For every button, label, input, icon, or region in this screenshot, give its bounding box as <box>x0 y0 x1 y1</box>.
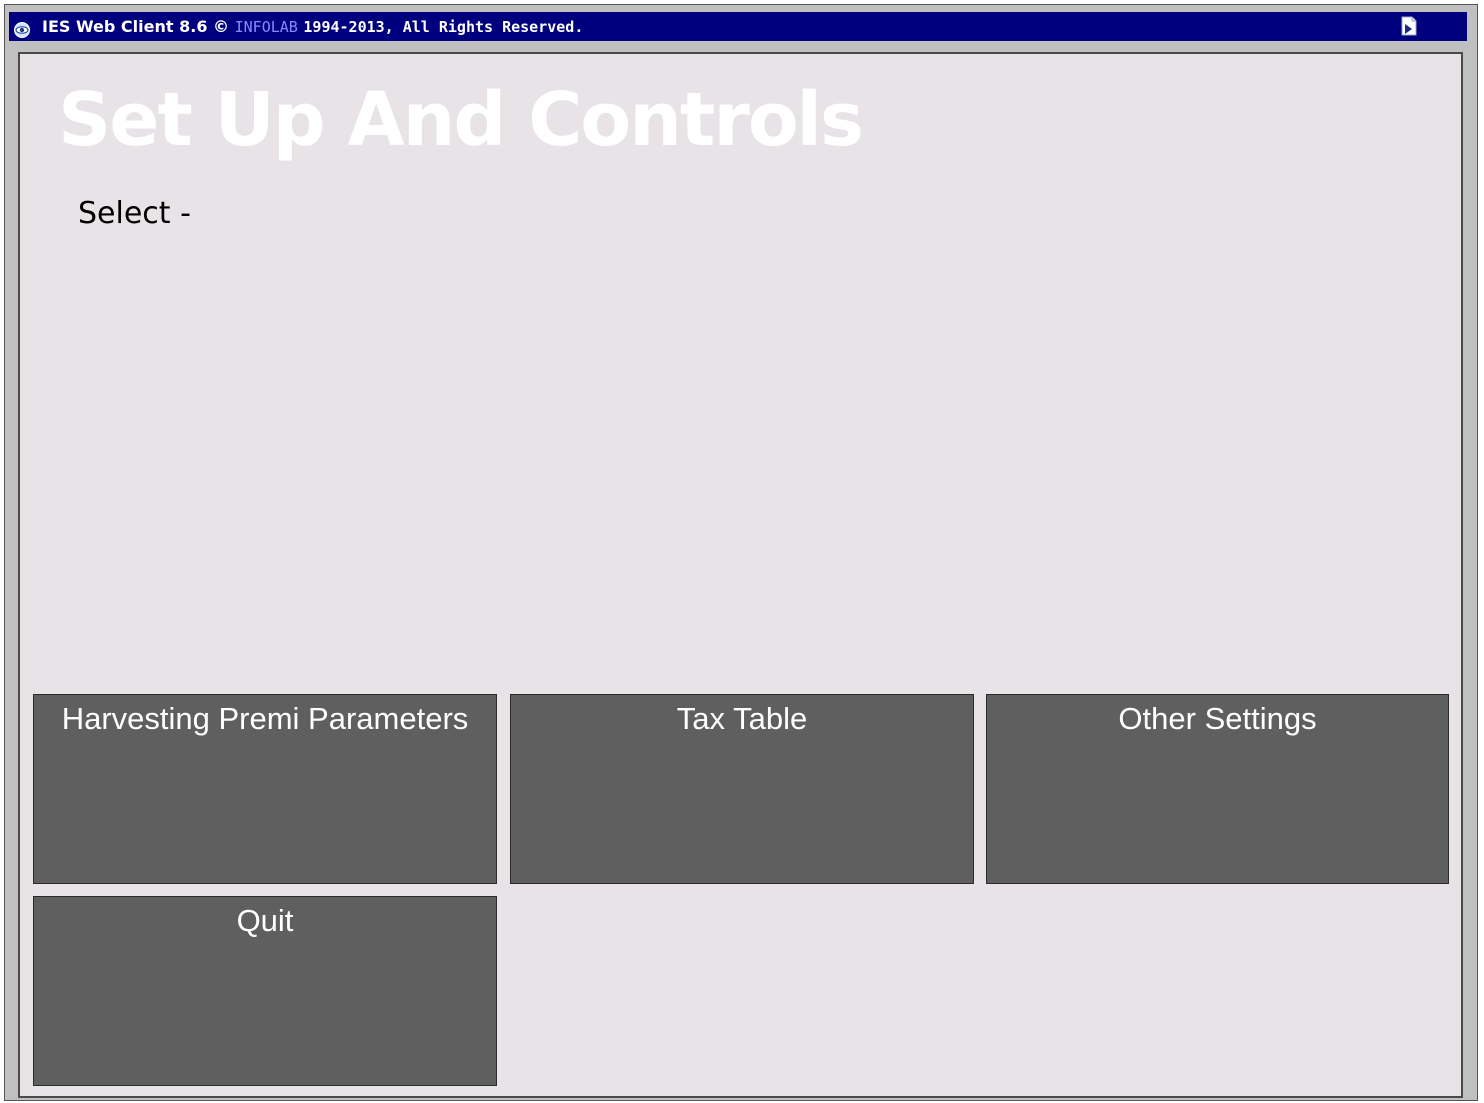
content-panel: Set Up And Controls Select - Harvesting … <box>18 52 1463 1098</box>
title-bar: IES Web Client 8.6 © INFOLAB 1994-2013, … <box>9 12 1467 41</box>
rights-text: 1994-2013, All Rights Reserved. <box>303 18 584 36</box>
eye-globe-icon <box>13 18 31 38</box>
other-settings-button[interactable]: Other Settings <box>986 694 1449 884</box>
document-arrow-icon[interactable] <box>1399 16 1419 36</box>
page-title: Set Up And Controls <box>58 77 864 163</box>
tax-table-button[interactable]: Tax Table <box>510 694 974 884</box>
app-name: IES Web Client 8.6 <box>42 17 208 36</box>
window-title: IES Web Client 8.6 © INFOLAB 1994-2013, … <box>42 12 583 42</box>
copyright-symbol: © <box>213 17 230 36</box>
quit-button[interactable]: Quit <box>33 896 497 1086</box>
harvesting-premi-parameters-button[interactable]: Harvesting Premi Parameters <box>33 694 497 884</box>
brand-name: INFOLAB <box>234 18 298 36</box>
select-prompt: Select - <box>78 196 191 231</box>
